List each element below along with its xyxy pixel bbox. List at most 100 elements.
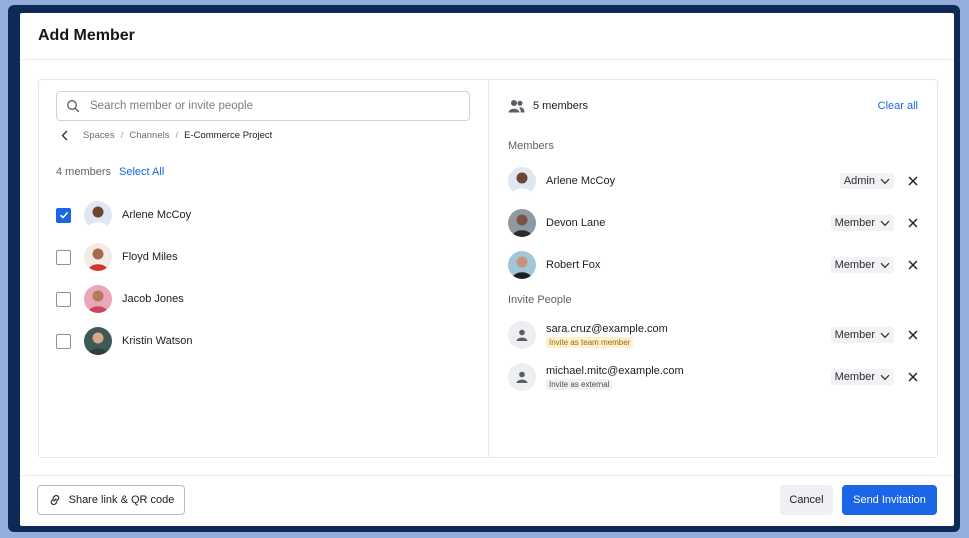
checkmark-icon — [59, 211, 68, 219]
member-list: Arlene McCoy Floyd Miles Jacob Jones Kri… — [56, 194, 476, 362]
members-section-label: Members — [508, 140, 554, 152]
remove-member-button[interactable] — [908, 260, 918, 270]
avatar — [508, 167, 536, 195]
breadcrumb: Spaces / Channels / E-Commerce Project — [61, 130, 272, 141]
member-checkbox[interactable] — [56, 249, 71, 265]
send-invitation-button[interactable]: Send Invitation — [842, 485, 937, 515]
member-info: Devon Lane — [546, 217, 605, 229]
member-count: 4 members — [56, 166, 112, 178]
member-name: Arlene McCoy — [122, 209, 192, 221]
member-checkbox[interactable] — [56, 333, 71, 349]
share-link-label: Share link & QR code — [68, 494, 175, 506]
select-all-link[interactable]: Select All — [119, 166, 164, 178]
selected-members-panel: 5 members Clear all Members Arlene McCoy… — [489, 80, 937, 457]
list-item[interactable]: Floyd Miles — [56, 236, 476, 278]
member-picker-panel: Spaces / Channels / E-Commerce Project 4… — [39, 80, 489, 457]
avatar — [508, 363, 536, 391]
invite-info: michael.mitc@example.com Invite as exter… — [546, 365, 684, 390]
role-value: Member — [834, 371, 875, 383]
search-icon — [67, 100, 80, 113]
close-icon — [908, 330, 918, 340]
share-link-button[interactable]: Share link & QR code — [37, 485, 185, 515]
role-dropdown[interactable]: Member — [830, 215, 894, 231]
invite-row: michael.mitc@example.com Invite as exter… — [508, 362, 918, 392]
member-name: Robert Fox — [546, 259, 601, 271]
dialog-title: Add Member — [38, 27, 135, 44]
avatar — [508, 321, 536, 349]
member-name: Kristin Watson — [122, 335, 193, 347]
member-name: Jacob Jones — [122, 293, 184, 305]
selected-member-row: Devon Lane Member — [508, 208, 918, 238]
role-value: Admin — [843, 175, 875, 187]
chevron-down-icon — [880, 178, 890, 184]
member-info: Robert Fox — [546, 259, 600, 271]
remove-member-button[interactable] — [908, 176, 918, 186]
user-icon — [516, 371, 528, 383]
role-dropdown[interactable]: Member — [830, 327, 894, 343]
close-icon — [908, 372, 918, 382]
invite-type-badge: Invite as external — [546, 378, 613, 390]
selected-member-row: Robert Fox Member — [508, 250, 918, 280]
search-box[interactable] — [56, 91, 470, 121]
role-value: Member — [834, 217, 875, 229]
user-icon — [516, 329, 528, 341]
member-name: Floyd Miles — [122, 251, 178, 263]
member-info: Arlene McCoy — [546, 175, 615, 187]
add-member-dialog: Add Member Spaces / Channels / — [20, 13, 954, 526]
selected-count: 5 members — [533, 100, 589, 112]
member-name: Devon Lane — [546, 217, 606, 229]
chevron-left-icon — [61, 130, 68, 141]
chevron-down-icon — [880, 374, 890, 380]
dialog-footer: Share link & QR code Cancel Send Invitat… — [20, 475, 954, 526]
breadcrumb-separator: / — [175, 130, 179, 141]
clear-all-button[interactable]: Clear all — [878, 100, 918, 112]
breadcrumb-spaces[interactable]: Spaces — [83, 130, 115, 141]
back-button[interactable] — [61, 130, 69, 141]
role-value: Member — [834, 329, 875, 341]
avatar — [84, 201, 112, 229]
remove-invite-button[interactable] — [908, 330, 918, 340]
invite-section-label: Invite People — [508, 294, 572, 306]
chevron-down-icon — [880, 220, 890, 226]
avatar — [84, 243, 112, 271]
close-icon — [908, 260, 918, 270]
cancel-button[interactable]: Cancel — [780, 485, 833, 515]
invite-email: sara.cruz@example.com — [546, 322, 668, 335]
avatar — [508, 251, 536, 279]
avatar — [84, 285, 112, 313]
invite-row: sara.cruz@example.com Invite as team mem… — [508, 320, 918, 350]
breadcrumb-separator: / — [120, 130, 124, 141]
breadcrumb-channels[interactable]: Channels — [129, 130, 169, 141]
remove-invite-button[interactable] — [908, 372, 918, 382]
dialog-body: Spaces / Channels / E-Commerce Project 4… — [38, 79, 938, 458]
member-name: Arlene McCoy — [546, 175, 616, 187]
invite-type-badge: Invite as team member — [546, 336, 634, 348]
invite-info: sara.cruz@example.com Invite as team mem… — [546, 323, 668, 348]
role-value: Member — [834, 259, 875, 271]
users-icon — [508, 100, 525, 113]
member-count-row: 4 members Select All — [56, 166, 164, 178]
breadcrumb-current: E-Commerce Project — [184, 130, 273, 141]
selected-count-group: 5 members — [508, 99, 588, 113]
role-dropdown[interactable]: Member — [830, 257, 894, 273]
selected-header: 5 members Clear all — [508, 97, 918, 115]
close-icon — [908, 176, 918, 186]
dialog-header: Add Member — [20, 13, 954, 60]
list-item[interactable]: Arlene McCoy — [56, 194, 476, 236]
list-item[interactable]: Jacob Jones — [56, 278, 476, 320]
avatar — [84, 327, 112, 355]
role-dropdown[interactable]: Admin — [839, 173, 894, 189]
member-checkbox[interactable] — [56, 291, 71, 307]
search-input[interactable] — [88, 99, 452, 113]
role-dropdown[interactable]: Member — [830, 369, 894, 385]
close-icon — [908, 218, 918, 228]
selected-member-row: Arlene McCoy Admin — [508, 166, 918, 196]
member-checkbox[interactable] — [56, 207, 71, 223]
remove-member-button[interactable] — [908, 218, 918, 228]
chevron-down-icon — [880, 332, 890, 338]
avatar — [508, 209, 536, 237]
link-icon — [50, 494, 59, 506]
chevron-down-icon — [880, 262, 890, 268]
invite-email: michael.mitc@example.com — [546, 364, 684, 377]
list-item[interactable]: Kristin Watson — [56, 320, 476, 362]
